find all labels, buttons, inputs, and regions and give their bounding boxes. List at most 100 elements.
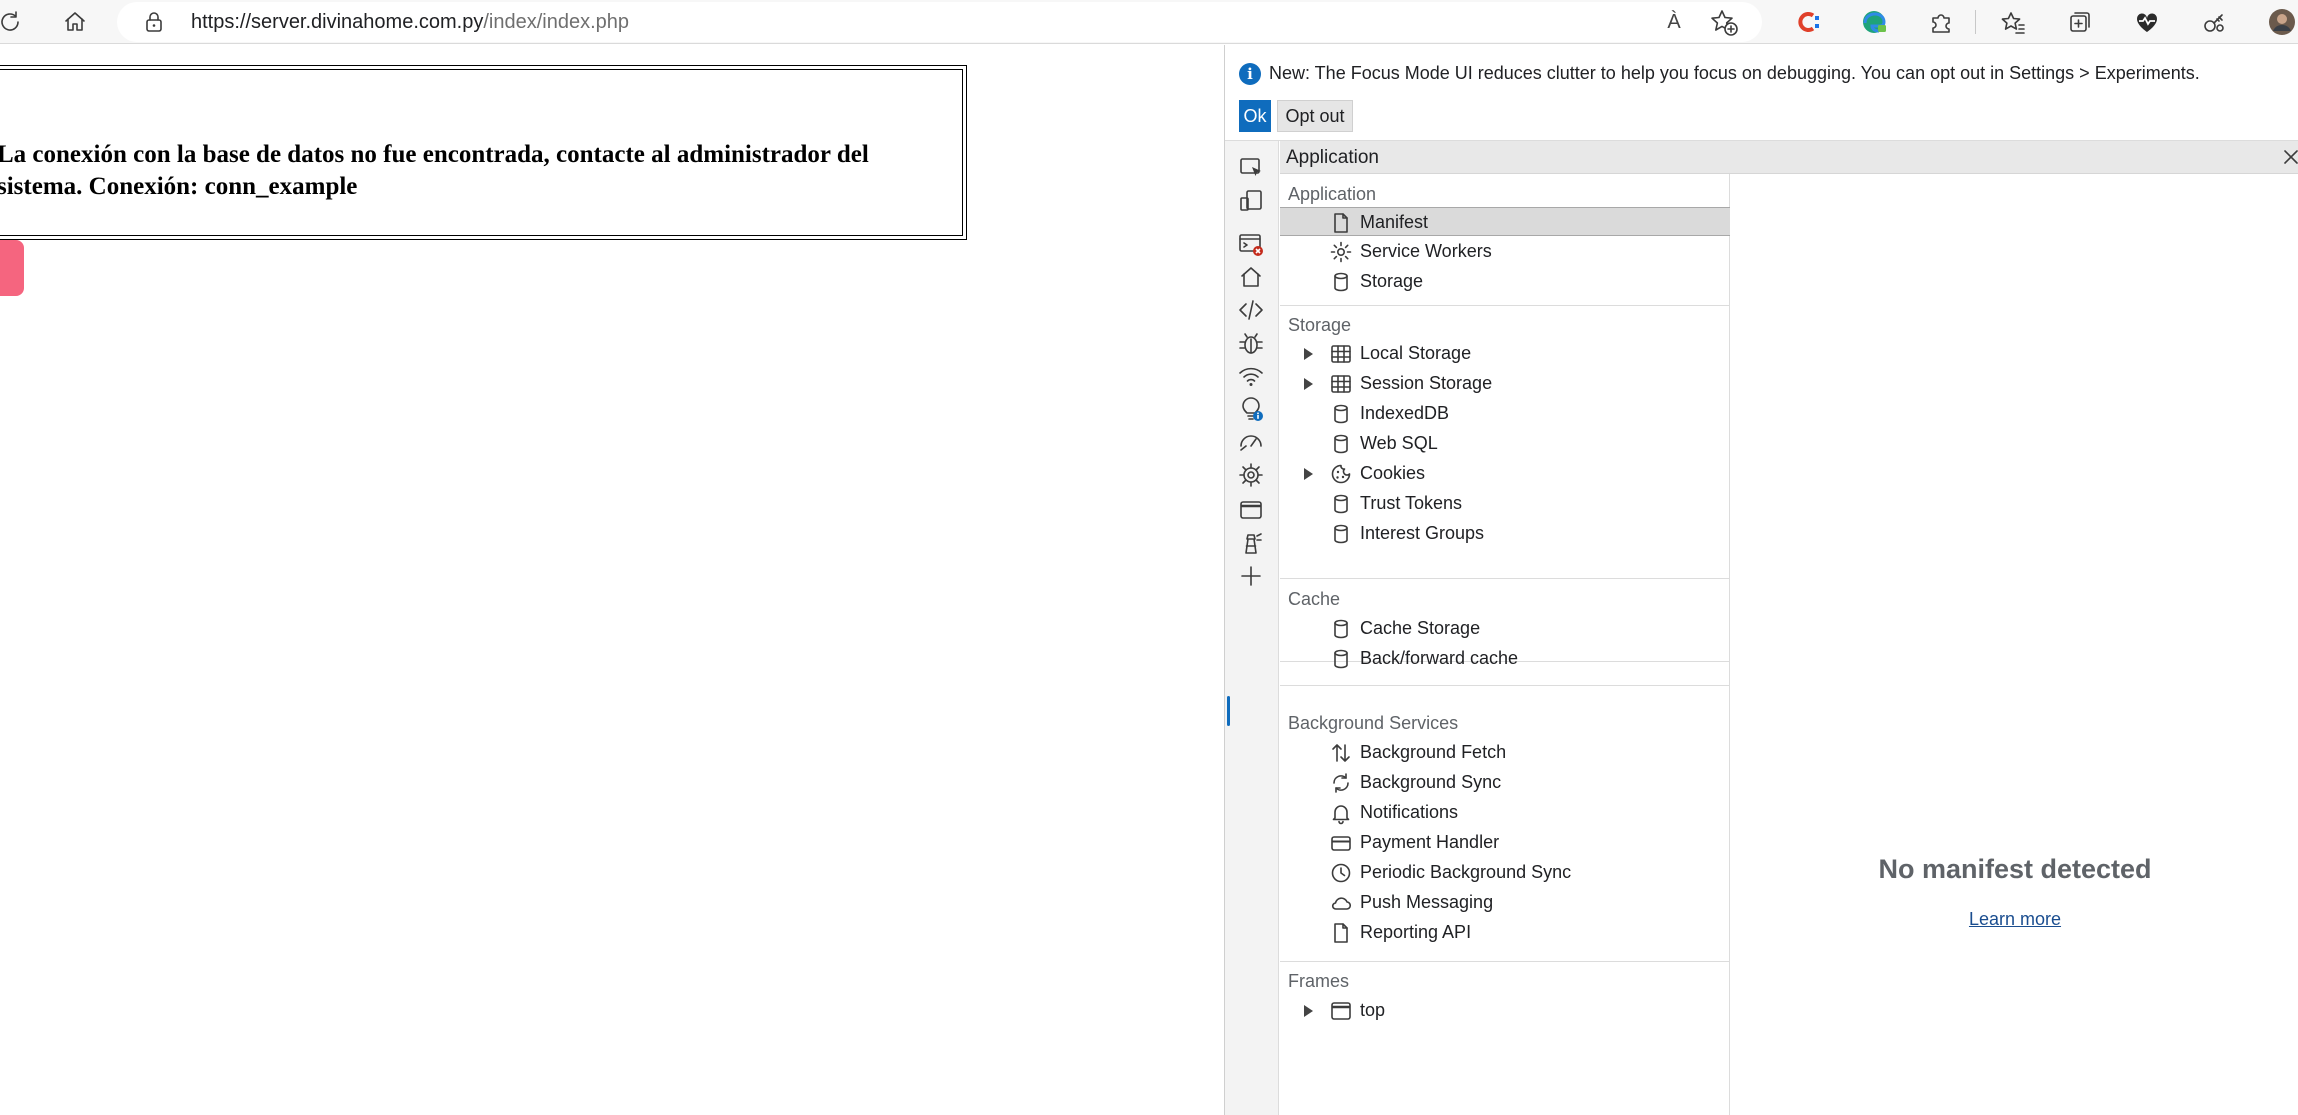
lighthouse-icon[interactable] — [1234, 526, 1268, 560]
memory-chip-icon[interactable] — [1234, 458, 1268, 492]
tree-item-periodic-background-sync[interactable]: Periodic Background Sync — [1280, 858, 1730, 887]
page-action-button[interactable] — [0, 240, 24, 296]
focus-mode-notice: i New: The Focus Mode UI reduces clutter… — [1225, 45, 2298, 141]
issues-lightbulb-icon[interactable] — [1234, 392, 1268, 426]
tree-item-interest-groups[interactable]: Interest Groups — [1280, 519, 1730, 548]
tree-item-background-fetch[interactable]: Background Fetch — [1280, 738, 1730, 767]
elements-code-icon[interactable] — [1234, 293, 1268, 327]
add-favorite-icon[interactable] — [1707, 5, 1741, 39]
ok-button[interactable]: Ok — [1239, 100, 1271, 132]
tree-item-notifications[interactable]: Notifications — [1280, 798, 1730, 827]
tree-label: Push Messaging — [1360, 892, 1494, 912]
panel-tab-application[interactable]: Application — [1286, 147, 1379, 169]
section-application: Application — [1288, 184, 1377, 204]
tree-label: Interest Groups — [1360, 523, 1485, 543]
gear-icon — [1330, 241, 1352, 263]
clock-icon — [1331, 863, 1351, 883]
collections-icon[interactable] — [2060, 2, 2100, 42]
tree-label: Cache Storage — [1360, 618, 1481, 638]
share-keys-icon[interactable] — [2194, 2, 2234, 42]
table-grid-icon — [1331, 375, 1351, 393]
application-panel-icon[interactable] — [1234, 493, 1268, 527]
extension-c-icon[interactable] — [1789, 2, 1829, 42]
opt-out-button[interactable]: Opt out — [1277, 100, 1353, 132]
sources-bug-icon[interactable] — [1234, 326, 1268, 360]
tree-item-top-frame[interactable]: top — [1280, 996, 1730, 1025]
tree-label: Notifications — [1360, 802, 1459, 822]
web-page: La conexión con la base de datos no fue … — [0, 45, 1224, 1115]
section-background-services: Background Services — [1288, 713, 1459, 733]
manifest-details-pane: No manifest detected Learn more — [1731, 174, 2298, 1115]
address-bar[interactable]: https://server.divinahome.com.py/index/i… — [117, 2, 1762, 42]
activity-bar — [1225, 141, 1279, 1115]
tree-label: Session Storage — [1360, 373, 1493, 393]
database-icon — [1334, 524, 1348, 544]
refresh-icon[interactable] — [0, 2, 30, 42]
document-icon — [1334, 213, 1348, 233]
tree-item-back-forward-cache[interactable]: Back/forward cache — [1280, 644, 1730, 673]
profile-avatar[interactable] — [2262, 2, 2298, 42]
tree-label: Background Sync — [1360, 772, 1502, 792]
edge-beta-icon[interactable] — [1854, 2, 1894, 42]
tree-item-manifest[interactable]: Manifest — [1280, 207, 1730, 236]
tree-item-storage[interactable]: Storage — [1280, 267, 1730, 296]
home-icon[interactable] — [55, 2, 95, 42]
section-divider — [1280, 961, 1730, 962]
database-icon — [1334, 649, 1348, 669]
tree-label: Background Fetch — [1360, 742, 1507, 762]
error-box: La conexión con la base de datos no fue … — [0, 65, 967, 240]
tree-item-cache-storage[interactable]: Cache Storage — [1280, 614, 1730, 643]
section-divider — [1280, 578, 1730, 579]
tree-label: Reporting API — [1360, 922, 1472, 942]
no-manifest-heading: No manifest detected — [1878, 854, 2152, 884]
tree-item-payment-handler[interactable]: Payment Handler — [1280, 828, 1730, 857]
device-emulation-icon[interactable] — [1234, 184, 1268, 218]
tree-item-session-storage[interactable]: Session Storage — [1280, 369, 1730, 398]
network-wifi-icon[interactable] — [1234, 359, 1268, 393]
url-text[interactable]: https://server.divinahome.com.py/index/i… — [191, 11, 629, 34]
expand-arrow-icon[interactable] — [1304, 468, 1313, 480]
tree-item-background-sync[interactable]: Background Sync — [1280, 768, 1730, 797]
sync-icon — [1333, 773, 1349, 793]
tree-label: IndexedDB — [1360, 403, 1450, 423]
tree-label: Trust Tokens — [1360, 493, 1463, 513]
tree-item-push-messaging[interactable]: Push Messaging — [1280, 888, 1730, 917]
console-icon[interactable] — [1234, 227, 1268, 261]
notice-text: New: The Focus Mode UI reduces clutter t… — [1269, 63, 2200, 83]
tree-item-local-storage[interactable]: Local Storage — [1280, 339, 1730, 368]
tree-label: Local Storage — [1360, 343, 1472, 363]
expand-arrow-icon[interactable] — [1304, 1005, 1313, 1017]
tree-label: Web SQL — [1360, 433, 1438, 453]
url-host: https://server.divinahome.com.py — [191, 11, 484, 33]
tree-item-reporting-api[interactable]: Reporting API — [1280, 918, 1730, 947]
tree-item-web-sql[interactable]: Web SQL — [1280, 429, 1730, 458]
inspect-element-icon[interactable] — [1234, 151, 1268, 185]
close-icon[interactable] — [2278, 144, 2298, 170]
browser-essentials-icon[interactable] — [2127, 2, 2167, 42]
tree-item-cookies[interactable]: Cookies — [1280, 459, 1730, 488]
more-tools-plus-icon[interactable] — [1234, 559, 1268, 593]
panel-tab-bar: Application — [1280, 141, 2298, 174]
lock-icon[interactable] — [141, 9, 167, 35]
learn-more-link[interactable]: Learn more — [1731, 909, 2298, 930]
database-icon — [1334, 494, 1348, 514]
favorites-icon[interactable] — [1993, 2, 2033, 42]
tree-item-indexeddb[interactable]: IndexedDB — [1280, 399, 1730, 428]
read-aloud-icon[interactable]: À — [1657, 5, 1691, 39]
tree-item-trust-tokens[interactable]: Trust Tokens — [1280, 489, 1730, 518]
tree-label: Storage — [1360, 271, 1424, 291]
extensions-puzzle-icon[interactable] — [1921, 2, 1961, 42]
error-message: La conexión con la base de datos no fue … — [0, 141, 869, 200]
expand-arrow-icon[interactable] — [1304, 378, 1313, 390]
tree-label: Periodic Background Sync — [1360, 862, 1572, 882]
credit-card-icon — [1331, 836, 1351, 851]
tree-label: Payment Handler — [1360, 832, 1500, 852]
section-storage: Storage — [1288, 315, 1352, 335]
expand-arrow-icon[interactable] — [1304, 348, 1313, 360]
section-divider — [1280, 685, 1730, 686]
section-frames: Frames — [1288, 971, 1350, 991]
tree-item-service-workers[interactable]: Service Workers — [1280, 237, 1730, 266]
performance-gauge-icon[interactable] — [1234, 425, 1268, 459]
tree-label: Service Workers — [1360, 241, 1492, 261]
welcome-home-icon[interactable] — [1234, 260, 1268, 294]
